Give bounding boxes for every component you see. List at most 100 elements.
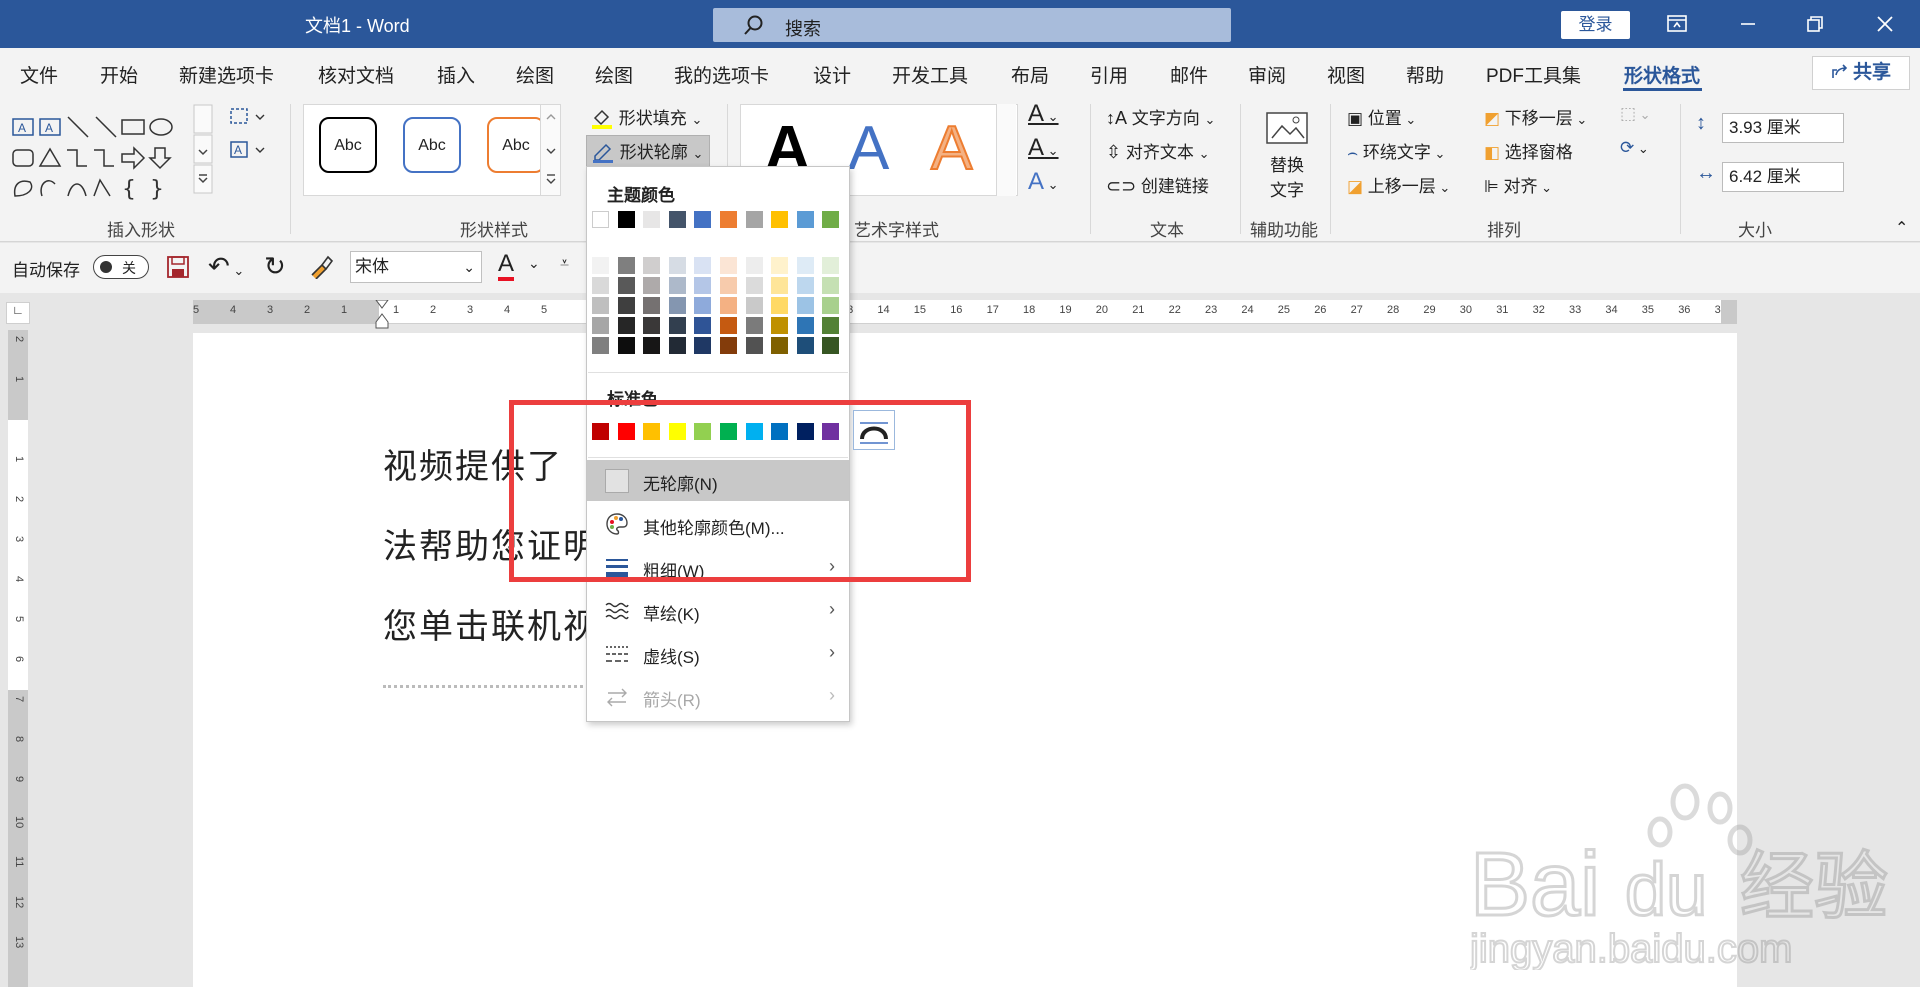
customize-qat-icon[interactable]: ⩡ [560, 255, 569, 273]
theme-shade-swatch[interactable] [796, 337, 814, 354]
tab-file[interactable]: 文件 [20, 61, 58, 88]
shape-style-blue[interactable]: Abc [403, 117, 461, 173]
search-input[interactable]: 搜索 [713, 8, 1231, 42]
theme-shade-swatch[interactable] [694, 317, 712, 334]
alt-text-button[interactable]: 替换 文字 [1264, 110, 1310, 201]
theme-color-swatch[interactable] [822, 211, 840, 228]
theme-shade-swatch[interactable] [668, 337, 686, 354]
shape-styles-gallery[interactable]: Abc Abc Abc [303, 104, 561, 196]
shape-width-input[interactable]: 6.42 厘米 [1722, 162, 1844, 192]
minimize-icon[interactable] [1733, 10, 1763, 38]
collapse-ribbon-icon[interactable]: ⌃ [1895, 218, 1908, 238]
tab-help[interactable]: 帮助 [1406, 61, 1444, 88]
theme-shade-swatch[interactable] [694, 277, 712, 294]
theme-shade-swatch[interactable] [668, 277, 686, 294]
theme-shade-swatch[interactable] [745, 257, 763, 274]
shape-style-black[interactable]: Abc [319, 117, 377, 173]
theme-shade-swatch[interactable] [668, 297, 686, 314]
rotate-icon[interactable]: ⟳ ⌄ [1620, 138, 1649, 158]
tab-new-tab[interactable]: 新建选项卡 [179, 61, 274, 88]
draw-textbox-icon[interactable]: A [228, 139, 268, 166]
horizontal-ruler[interactable]: 54321 12345 1314151617181920212223242526… [193, 299, 1737, 329]
theme-shade-swatch[interactable] [796, 257, 814, 274]
tab-my-tab[interactable]: 我的选项卡 [674, 61, 769, 88]
theme-shade-swatch[interactable] [592, 337, 609, 354]
theme-shade-swatch[interactable] [771, 277, 789, 294]
shape-outline-button[interactable]: 形状轮廓 ⌄ [586, 135, 711, 169]
sketched-item[interactable]: 草绘(K) › [587, 590, 849, 631]
tab-developer[interactable]: 开发工具 [892, 61, 968, 88]
undo-icon[interactable]: ↶ ⌄ [208, 251, 244, 282]
theme-shade-swatch[interactable] [617, 257, 635, 274]
theme-shade-swatch[interactable] [617, 277, 635, 294]
theme-shade-swatch[interactable] [720, 297, 737, 314]
font-color-dropdown-icon[interactable]: ⌄ [528, 255, 540, 272]
theme-shade-swatch[interactable] [694, 257, 712, 274]
theme-shade-swatch[interactable] [592, 317, 609, 334]
theme-shade-swatch[interactable] [822, 317, 840, 334]
tab-design[interactable]: 设计 [813, 61, 851, 88]
text-direction-button[interactable]: ↕A 文字方向 ⌄ [1106, 104, 1215, 129]
save-icon[interactable] [166, 255, 190, 284]
format-painter-icon[interactable] [308, 253, 334, 284]
align-text-button[interactable]: ⇳ 对齐文本 ⌄ [1106, 138, 1209, 163]
shapes-gallery[interactable]: A A { } [10, 104, 214, 200]
theme-shade-swatch[interactable] [720, 277, 737, 294]
theme-color-swatch[interactable] [720, 211, 737, 228]
theme-shade-swatch[interactable] [745, 317, 763, 334]
theme-shade-swatch[interactable] [643, 337, 661, 354]
theme-shade-swatch[interactable] [720, 337, 737, 354]
shape-height-input[interactable]: 3.93 厘米 [1722, 113, 1844, 143]
bring-forward-button[interactable]: ◪ 上移一层 ⌄ [1347, 172, 1450, 197]
theme-shade-swatch[interactable] [822, 257, 840, 274]
theme-shade-swatch[interactable] [771, 257, 789, 274]
tab-review[interactable]: 审阅 [1248, 61, 1286, 88]
restore-icon[interactable] [1800, 10, 1830, 38]
font-color-icon[interactable]: A [498, 251, 515, 281]
theme-color-swatch[interactable] [643, 211, 661, 228]
close-icon[interactable] [1870, 10, 1900, 38]
theme-shade-swatch[interactable] [771, 297, 789, 314]
theme-shade-swatch[interactable] [822, 337, 840, 354]
theme-shade-swatch[interactable] [745, 277, 763, 294]
tab-shape-format[interactable]: 形状格式 [1624, 61, 1700, 88]
theme-shade-swatch[interactable] [720, 257, 737, 274]
theme-shade-swatch[interactable] [796, 317, 814, 334]
theme-color-swatch[interactable] [592, 211, 609, 228]
theme-shade-swatch[interactable] [694, 337, 712, 354]
theme-shade-swatch[interactable] [617, 317, 635, 334]
ribbon-display-options-icon[interactable] [1662, 10, 1692, 38]
theme-color-swatch[interactable] [796, 211, 814, 228]
font-name-select[interactable]: 宋体 ⌄ [350, 251, 482, 283]
position-button[interactable]: ▣ 位置 ⌄ [1347, 104, 1416, 129]
text-fill-icon[interactable]: A ⌄ [1028, 100, 1059, 128]
theme-shade-swatch[interactable] [822, 277, 840, 294]
theme-color-swatch[interactable] [745, 211, 763, 228]
edit-shape-icon[interactable] [228, 106, 268, 133]
theme-shade-swatch[interactable] [745, 337, 763, 354]
text-outline-icon[interactable]: A ⌄ [1028, 134, 1059, 162]
tab-mailings[interactable]: 邮件 [1170, 61, 1208, 88]
theme-shade-swatch[interactable] [592, 277, 609, 294]
text-effects-icon[interactable]: A ⌄ [1028, 168, 1059, 196]
wordart-scroll[interactable] [996, 104, 1016, 196]
tab-review-doc[interactable]: 核对文档 [318, 61, 394, 88]
selection-pane-button[interactable]: ◧ 选择窗格 [1484, 138, 1573, 163]
theme-shade-swatch[interactable] [668, 317, 686, 334]
tab-references[interactable]: 引用 [1090, 61, 1128, 88]
theme-shade-swatch[interactable] [745, 297, 763, 314]
theme-shade-swatch[interactable] [822, 297, 840, 314]
login-button[interactable]: 登录 [1561, 11, 1630, 39]
shape-styles-scroll[interactable] [540, 105, 560, 195]
autosave-toggle[interactable]: 关 [93, 255, 149, 279]
send-backward-button[interactable]: ◩ 下移一层 ⌄ [1484, 104, 1587, 129]
theme-shade-swatch[interactable] [771, 317, 789, 334]
tab-draw-1[interactable]: 绘图 [516, 61, 554, 88]
theme-shade-swatch[interactable] [720, 317, 737, 334]
theme-color-swatch[interactable] [771, 211, 789, 228]
tab-pdf-tools[interactable]: PDF工具集 [1486, 61, 1581, 88]
tab-selector[interactable]: ∟ [6, 302, 30, 324]
theme-shade-swatch[interactable] [796, 277, 814, 294]
group-objects-icon[interactable]: ⬚ ⌄ [1620, 104, 1651, 124]
theme-shade-swatch[interactable] [592, 297, 609, 314]
